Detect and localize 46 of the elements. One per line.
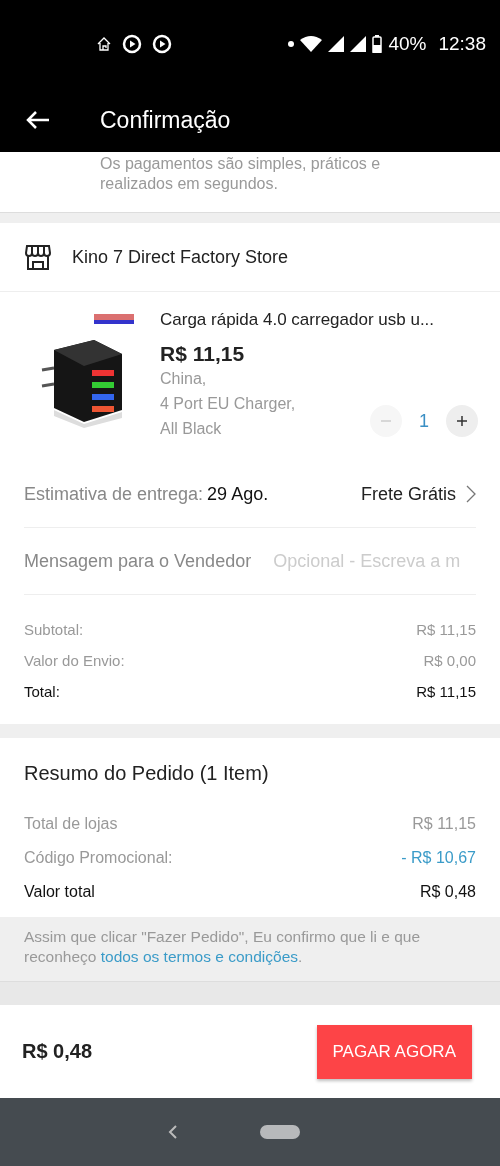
total-label: Total: (24, 683, 60, 700)
total-label: Valor do Envio: (24, 652, 125, 669)
wifi-icon (300, 36, 323, 52)
signal-icon (328, 36, 345, 52)
delivery-label: Estimativa de entrega: (24, 483, 204, 505)
message-label: Mensagem para o Vendedor (24, 550, 252, 572)
summary-value: R$ 11,15 (412, 815, 476, 833)
summary-label: Código Promocional: (24, 849, 173, 867)
back-arrow-icon[interactable] (26, 110, 50, 130)
terms-text: Assim que clicar "Fazer Pedido", Eu confirmo que li e que reconheço todos os termos e condições. (24, 927, 422, 967)
home-pill-icon[interactable] (260, 1125, 300, 1139)
summary-value: - R$ 10,67 (401, 849, 476, 867)
product-option: 4 Port EU Charger, (160, 391, 296, 416)
product-price: R$ 11,15 (160, 342, 246, 366)
total-value: R$ 11,15 (416, 621, 476, 638)
summary-value: R$ 0,48 (419, 883, 476, 901)
order-total: R$ 0,48 (22, 1040, 93, 1063)
dot-icon (288, 41, 295, 47)
page-title: Confirmação (100, 106, 231, 134)
delivery-date: 29 Ago. (207, 483, 269, 505)
store-icon (24, 243, 52, 271)
total-label: Subtotal: (24, 621, 84, 638)
total-value: R$ 11,15 (416, 683, 476, 700)
store-name[interactable]: Kino 7 Direct Factory Store (72, 246, 289, 268)
shipping-option[interactable]: Frete Grátis (360, 483, 456, 505)
increase-button[interactable] (446, 405, 478, 437)
play-icon (152, 34, 172, 54)
payment-note: realizados em segundos. (100, 174, 279, 194)
summary-label: Total de lojas (24, 815, 118, 833)
back-icon[interactable] (168, 1124, 178, 1140)
home-icon (96, 36, 112, 52)
play-icon (122, 34, 142, 54)
plus-icon (456, 415, 468, 427)
clock: 12:38 (438, 33, 486, 55)
quantity: 1 (418, 410, 430, 432)
summary-title: Resumo do Pedido (1 Item) (24, 762, 270, 785)
product-title[interactable]: Carga rápida 4.0 carregador usb u... (160, 310, 478, 330)
product-option: All Black (160, 416, 296, 441)
battery-percent: 40% (388, 33, 427, 55)
signal-icon (350, 36, 367, 52)
battery-icon (372, 35, 383, 53)
product-option: China, (160, 366, 296, 391)
payment-note: Os pagamentos são simples, práticos e (100, 154, 382, 174)
chevron-right-icon[interactable] (466, 485, 476, 503)
summary-label: Valor total (24, 883, 95, 901)
total-value: R$ 0,00 (423, 652, 476, 669)
